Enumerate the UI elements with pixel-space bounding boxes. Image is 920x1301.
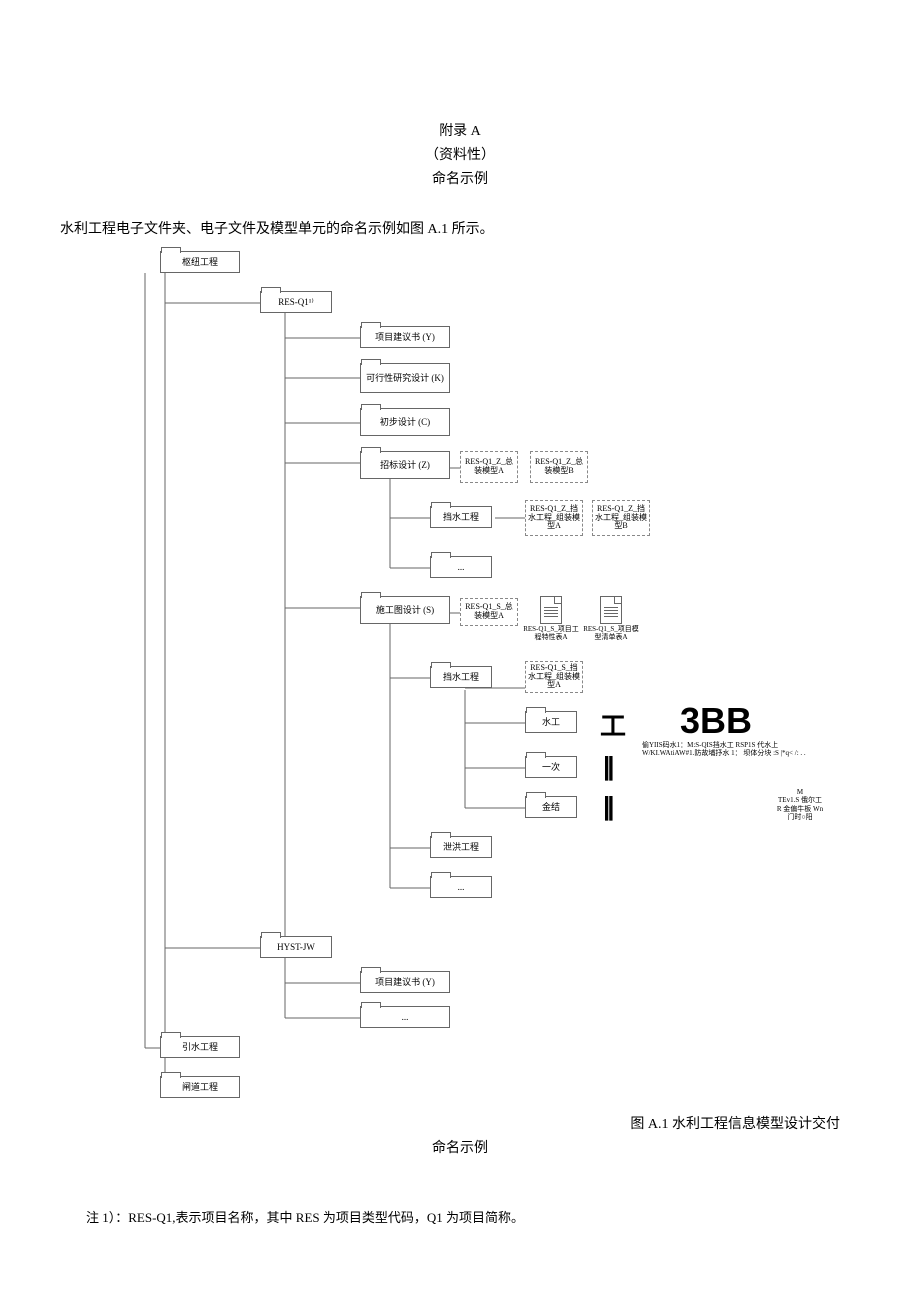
folder-sg-label: 水工 (542, 717, 560, 728)
folder-hyst-more: ... (360, 1006, 450, 1028)
naming-tree-diagram: 枢纽工程 RES-Q1¹⁾ 项目建议书 (Y) 可行性研究设计 (K) 初步设计… (100, 248, 860, 1108)
header-line-1: 附录 A (60, 120, 860, 140)
folder-flood: 泄洪工程 (430, 836, 492, 858)
file-constr-dam-model: RES-Q1_S_挡水工程_组装模型A (525, 661, 583, 693)
folder-proposal-label: 项目建议书 (Y) (375, 332, 435, 343)
folder-s-more-label: ... (458, 882, 465, 893)
file-bid-model-b-label: RES-Q1_Z_总装模型B (533, 458, 585, 476)
tiny-line-2: W/KI.WAtiAW#1.防故埔抒水 1： 坝体分块 :S |*q< /: .… (642, 749, 882, 757)
tiny-text-2: M TEv1.S 俄尔工 R 金偏牛板 Wn 门时○阳 (760, 788, 840, 822)
folder-constr-dam-label: 挡水工程 (443, 672, 479, 683)
folder-gate: 闸道工程 (160, 1076, 240, 1098)
file-dam-model-a: RES-Q1_Z_挡水工程_组装模型A (525, 500, 583, 536)
folder-bid: 招标设计 (Z) (360, 451, 450, 479)
folder-sg: 水工 (525, 711, 577, 733)
folder-jj: 金结 (525, 796, 577, 818)
intro-text: 水利工程电子文件夹、电子文件及模型单元的命名示例如图 A.1 所示。 (60, 218, 860, 238)
file-bid-model-a-label: RES-Q1_Z_总装模型A (463, 458, 515, 476)
tree-connectors (100, 248, 920, 1108)
folder-feasibility-label: 可行性研究设计 (K) (366, 373, 444, 384)
folder-s-more: ... (430, 876, 492, 898)
footnote-1: 注 1）：RES-Q1,表示项目名称，其中 RES 为项目类型代码，Q1 为项目… (60, 1207, 860, 1226)
glyph-1: 工 (600, 706, 626, 743)
file-dam-model-b-label: RES-Q1_Z_挡水工程_组装模型B (595, 505, 647, 531)
doc-list-label: RES-Q1_S_项目模型清单表A (582, 626, 640, 641)
folder-root-label: 枢纽工程 (182, 257, 218, 268)
tiny-line-4: TEv1.S 俄尔工 (760, 796, 840, 804)
folder-proposal: 项目建议书 (Y) (360, 326, 450, 348)
folder-bid-label: 招标设计 (Z) (380, 460, 430, 471)
folder-hyst-proposal-label: 项目建议书 (Y) (375, 977, 435, 988)
file-constr-model-a-label: RES-Q1_S_总装模型A (463, 603, 515, 621)
folder-prelim: 初步设计 (C) (360, 408, 450, 436)
folder-gate-label: 闸道工程 (182, 1082, 218, 1093)
doc-spec-label: RES-Q1_S_项目工程特性表A (522, 626, 580, 641)
folder-constr-dam: 挡水工程 (430, 666, 492, 688)
tiny-text-1: 偷YIIS码水1：M:S-QIS挡水工 RSP1S 代水上 W/KI.WAtiA… (642, 741, 882, 758)
folder-hyst-more-label: ... (402, 1012, 409, 1023)
folder-constr: 施工图设计 (S) (360, 596, 450, 624)
folder-yd: 一次 (525, 756, 577, 778)
folder-prelim-label: 初步设计 (C) (380, 417, 430, 428)
glyph-2: || (603, 751, 612, 782)
folder-hyst-proposal: 项目建议书 (Y) (360, 971, 450, 993)
tiny-line-5: R 金偏牛板 Wn (760, 805, 840, 813)
folder-jj-label: 金结 (542, 802, 560, 813)
folder-res-q1-label: RES-Q1¹⁾ (278, 297, 313, 308)
folder-hyst: HYST-JW (260, 936, 332, 958)
header-line-2: （资料性） (60, 144, 860, 164)
folder-diversion: 引水工程 (160, 1036, 240, 1058)
folder-feasibility: 可行性研究设计 (K) (360, 363, 450, 393)
figure-caption-center: 命名示例 (60, 1137, 860, 1157)
big-3bb: 3BB (680, 700, 752, 742)
folder-res-q1: RES-Q1¹⁾ (260, 291, 332, 313)
folder-diversion-label: 引水工程 (182, 1042, 218, 1053)
folder-root: 枢纽工程 (160, 251, 240, 273)
doc-icon-spec (540, 596, 562, 624)
folder-flood-label: 泄洪工程 (443, 842, 479, 853)
file-dam-model-a-label: RES-Q1_Z_挡水工程_组装模型A (528, 505, 580, 531)
file-bid-model-b: RES-Q1_Z_总装模型B (530, 451, 588, 483)
file-constr-dam-model-label: RES-Q1_S_挡水工程_组装模型A (528, 664, 580, 690)
file-dam-model-b: RES-Q1_Z_挡水工程_组装模型B (592, 500, 650, 536)
figure-caption-right: 图 A.1 水利工程信息模型设计交付 (60, 1113, 860, 1133)
file-constr-model-a: RES-Q1_S_总装模型A (460, 598, 518, 626)
folder-dam-label: 挡水工程 (443, 512, 479, 523)
folder-yd-label: 一次 (542, 762, 560, 773)
folder-hyst-label: HYST-JW (277, 942, 315, 953)
folder-z-more: ... (430, 556, 492, 578)
file-bid-model-a: RES-Q1_Z_总装模型A (460, 451, 518, 483)
glyph-3: || (603, 791, 612, 822)
folder-z-more-label: ... (458, 562, 465, 573)
appendix-header: 附录 A （资料性） 命名示例 (60, 120, 860, 188)
header-line-3: 命名示例 (60, 168, 860, 188)
folder-constr-label: 施工图设计 (S) (376, 605, 434, 616)
doc-icon-list (600, 596, 622, 624)
folder-dam: 挡水工程 (430, 506, 492, 528)
tiny-line-6: 门时○阳 (760, 813, 840, 821)
